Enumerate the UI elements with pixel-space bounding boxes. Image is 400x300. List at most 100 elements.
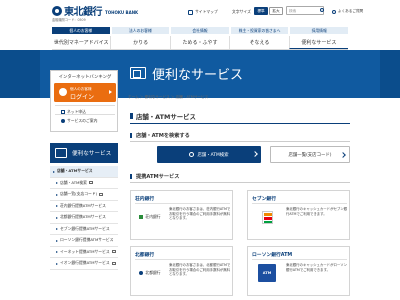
banner-title: 便利なサービス: [152, 68, 244, 83]
divider: [252, 259, 347, 260]
sidebar-item-label: 店舗・ATM検索: [60, 179, 87, 185]
store-list-label: 店舗一覧(支店コード): [288, 152, 332, 158]
lawson-atm-icon: ATM: [258, 264, 276, 282]
atm-section-heading: 提携ATMサービス: [130, 173, 179, 180]
service-guide-link[interactable]: サービスのご案内: [61, 118, 97, 124]
atm-card-hokuto[interactable]: 北都銀行 北都銀行 東北銀行のお客さまは、北都銀行ATMでお取引を行う場合のご利…: [130, 246, 233, 296]
card-title: 北都銀行: [135, 253, 155, 258]
site-search-input[interactable]: 検索: [286, 6, 324, 15]
tab-recruit[interactable]: 採用情報: [290, 27, 348, 34]
page-title: 店舗・ATMサービス: [130, 112, 196, 121]
search-icon[interactable]: [320, 8, 324, 12]
tab-personal[interactable]: 個人のお客様: [52, 27, 110, 34]
new-window-icon: [88, 181, 93, 185]
sidebar-item-seven[interactable]: セブン銀行提携ATMサービス: [50, 224, 118, 235]
sitemap-icon: [188, 9, 193, 15]
chevron-right-icon: [252, 151, 258, 157]
card-description: 東北銀行のお客さまは、荘内銀行ATMでお取引を行う場合のご利用手数料が無料となり…: [169, 207, 231, 221]
sitemap-link[interactable]: サイトマップ: [188, 9, 218, 15]
sidebar-item-label: イオン銀行提携ATMサービス: [60, 260, 110, 266]
atm-card-lawson[interactable]: ローソン銀行ATM ATM 東北銀行のキャッシュカードがローソン銀行ATMでご利…: [247, 246, 350, 296]
sidebar-item-store-list[interactable]: 店舗一覧(支店コード): [50, 189, 118, 201]
divider: [130, 141, 350, 142]
services-icon: [55, 148, 67, 158]
search-icon: [189, 152, 195, 157]
sidebar-item-lawson[interactable]: ローソン銀行提携ATMサービス: [50, 235, 118, 247]
sidebar-item-hokuto[interactable]: 北都銀行提携ATMサービス: [50, 212, 118, 224]
shonai-logo-text: 荘内銀行: [145, 214, 161, 219]
nav-borrow[interactable]: かりる: [110, 36, 169, 49]
services-icon: [130, 67, 146, 79]
internet-banking-box: インターネットバンキング 個人のお客様 ログイン ネット申込 サービスのご案内: [50, 70, 118, 132]
nav-save[interactable]: ためる・ふやす: [169, 36, 229, 49]
seven-bank-logo: [252, 208, 282, 226]
search-section-heading: 店舗・ATMを検索する: [130, 132, 190, 139]
sidebar-item-label: イーネット提携ATMサービス: [60, 248, 110, 254]
question-icon: [332, 9, 336, 14]
hokuto-bank-logo: 北都銀行: [135, 264, 165, 282]
sidebar-item-enet[interactable]: イーネット提携ATMサービス: [50, 247, 118, 258]
sidebar-heading[interactable]: 便利なサービス: [50, 143, 118, 163]
atm-card-seven[interactable]: セブン銀行 東北銀行のキャッシュカードがセブン銀行ATMでご利用できます。: [247, 190, 350, 240]
shonai-bank-logo: 荘内銀行: [135, 208, 165, 226]
bank-logo-en: TOHOKU BANK: [105, 9, 139, 15]
user-icon: [59, 88, 67, 96]
sidebar-item-label: 北都銀行提携ATMサービス: [60, 214, 106, 220]
sidebar-item-atm-search[interactable]: 店舗・ATM検索: [50, 178, 118, 189]
nav-prepare[interactable]: そなえる: [229, 36, 288, 49]
main-nav: 世代別マネーアドバイス かりる ためる・ふやす そなえる 便利なサービス: [52, 36, 349, 50]
hokuto-logo-text: 北都銀行: [145, 270, 161, 275]
sidebar-item-label: セブン銀行提携ATMサービス: [60, 225, 110, 231]
sidebar-item-shonai[interactable]: 荘内銀行提携ATMサービス: [50, 201, 118, 212]
tab-corporate[interactable]: 法人のお客様: [111, 27, 170, 34]
font-size-label: 文字サイズ: [232, 9, 251, 14]
card-description: 東北銀行のお客さまは、北都銀行ATMでお取引を行う場合のご利用手数料が無料となり…: [169, 263, 231, 277]
divider: [135, 259, 230, 260]
store-list-button[interactable]: 店舗一覧(支店コード): [270, 146, 350, 163]
info-icon: [61, 119, 65, 123]
breadcrumb[interactable]: ホーム ＞ 便利なサービス ＞ 店舗・ATMサービス: [128, 95, 208, 100]
faq-link[interactable]: よくあるご質問: [332, 9, 363, 14]
shonai-logo-mark-icon: [139, 215, 144, 219]
audience-tabs: 個人のお客様 法人のお客様 会社情報 株主・投資家の皆さまへ 採用情報: [52, 27, 348, 34]
card-title: ローソン銀行ATM: [252, 253, 293, 258]
divider: [135, 203, 230, 204]
divider: [252, 203, 347, 204]
site-header: 東北銀行 TOHOKU BANK 金融機関コード：0509 サイトマップ 文字サ…: [0, 0, 400, 25]
sidebar-item-label: ローソン銀行提携ATMサービス: [60, 237, 114, 243]
login-button[interactable]: 個人のお客様 ログイン: [54, 83, 116, 102]
nav-money-advice[interactable]: 世代別マネーアドバイス: [52, 36, 110, 49]
store-atm-search-button[interactable]: 店舗・ATM検索: [157, 146, 261, 163]
card-description: 東北銀行のキャッシュカードがセブン銀行ATMでご利用できます。: [286, 207, 348, 216]
bank-logo[interactable]: 東北銀行 TOHOKU BANK: [52, 3, 138, 18]
bank-logo-mark-icon: [52, 5, 62, 16]
new-window-icon: [111, 261, 116, 265]
arrow-right-icon: [109, 90, 112, 94]
new-window-icon: [111, 250, 116, 254]
seven-logo-icon: [261, 210, 273, 224]
tab-investors[interactable]: 株主・投資家の皆さまへ: [230, 27, 289, 34]
chevron-right-icon: [340, 152, 346, 158]
hokuto-logo-mark-icon: [139, 271, 144, 275]
font-size-standard-button[interactable]: 標準: [254, 7, 268, 15]
bank-logo-name: 東北銀行: [64, 7, 103, 18]
sidebar-item-label: 店舗・ATMサービス: [57, 168, 93, 174]
service-guide-label: サービスのご案内: [67, 118, 98, 123]
divider: [130, 182, 350, 183]
sidebar-item-label: 店舗一覧(支店コード): [60, 191, 98, 197]
sidebar-item-store-atm[interactable]: 店舗・ATMサービス: [50, 166, 118, 178]
sidebar-list: 店舗・ATMサービス 店舗・ATM検索 店舗一覧(支店コード) 荘内銀行提携AT…: [50, 166, 118, 270]
new-window-icon: [99, 192, 104, 196]
tab-company-info[interactable]: 会社情報: [171, 27, 229, 34]
bank-code: 金融機関コード：0509: [52, 18, 86, 22]
title-rule: [130, 123, 350, 124]
faq-label: よくあるご質問: [338, 9, 364, 13]
login-label: ログイン: [70, 94, 95, 101]
sidebar-item-aeon[interactable]: イオン銀行提携ATMサービス: [50, 258, 118, 270]
card-title: セブン銀行: [252, 197, 276, 202]
store-atm-search-label: 店舗・ATM検索: [197, 152, 229, 158]
atm-card-shonai[interactable]: 荘内銀行 荘内銀行 東北銀行のお客さまは、荘内銀行ATMでお取引を行う場合のご利…: [130, 190, 233, 240]
nav-services[interactable]: 便利なサービス: [288, 36, 349, 49]
sitemap-label: サイトマップ: [195, 9, 218, 14]
font-size-large-button[interactable]: 拡大: [269, 7, 283, 15]
